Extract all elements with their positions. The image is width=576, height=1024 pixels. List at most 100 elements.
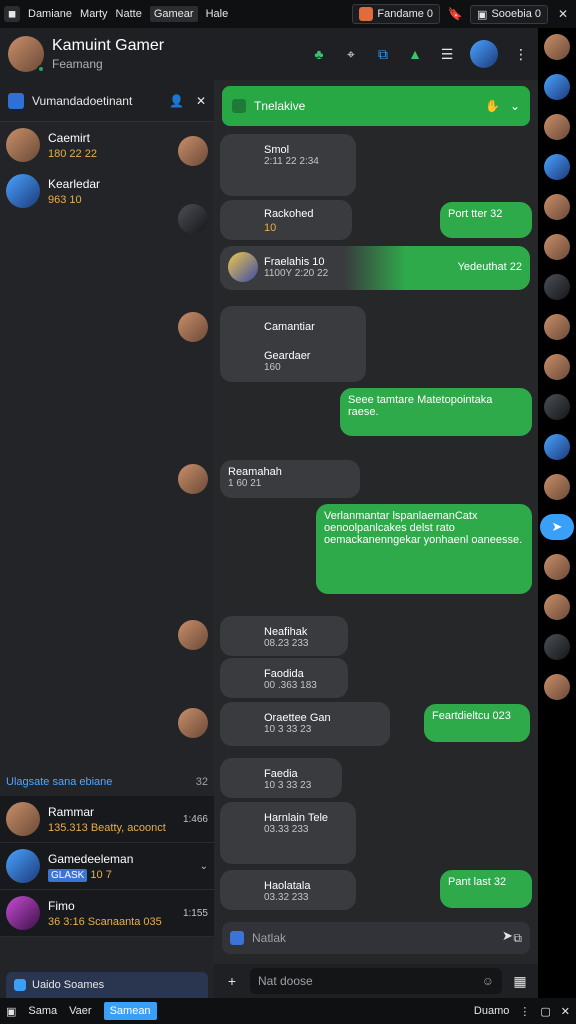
rail-avatar-10[interactable] [544,394,570,420]
rail-avatar-4[interactable] [544,154,570,180]
left-pane-title: Vumandadoetinant [32,93,133,108]
rail-avatar-9[interactable] [544,354,570,380]
menu-item-4[interactable]: Gamear [149,6,198,22]
message-sender: Faedia [264,767,298,780]
chevron-down-icon[interactable]: ⌄ [510,99,520,113]
window-icon[interactable]: ▢ [540,1005,550,1018]
rail-avatar-7[interactable] [544,274,570,300]
app-icon[interactable]: ◼ [4,6,20,22]
emoji-icon[interactable]: ☺ [482,974,494,988]
avatar [6,128,40,162]
message-bubble[interactable]: Haolatala 03.32 233 [220,870,356,910]
add-icon[interactable]: + [222,971,242,991]
grid-icon[interactable]: ▦ [510,971,530,991]
sender-avatar[interactable] [178,312,208,342]
message-bubble[interactable]: Faedia 10 3 33 23 [220,758,342,798]
left-section-header: Ulagsate sana ebiane 32 [6,776,208,788]
left2-item-3[interactable]: Fimo 36 3:16 Scanaanta 035 1:155 [0,890,214,937]
sender-avatar[interactable] [178,136,208,166]
topbar-pill-2[interactable]: ▣ Sooebia 0 [470,4,548,24]
pin-icon[interactable]: ⌖ [342,45,360,63]
item-name: Gamedeeleman [48,851,134,866]
send-fab-button[interactable]: ➤ [540,514,574,540]
bottom-tab-1[interactable]: Sama [28,1005,57,1017]
message-bubble[interactable]: Camantiar Geardaer 160 [220,306,366,382]
rail-avatar-13[interactable] [544,554,570,580]
left-footer[interactable]: Uaido Soames [6,972,208,998]
message-bubble-out[interactable]: Verlanmantar lspanlaemanCatx oenoolpanlc… [316,504,532,594]
chevron-down-icon[interactable]: ⌄ [200,861,208,872]
item-sub: 135.313 Beatty, acoonct [48,821,166,834]
user-icon[interactable]: 👤 [169,94,184,108]
left-pane-header: Vumandadoetinant 👤 ✕ [0,80,214,122]
leaf-icon[interactable]: ♣ [310,45,328,63]
item-sub-row: GLASK 10 7 [48,868,133,882]
chat-banner[interactable]: Tnelakive ✋ ⌄ [222,86,530,126]
rail-avatar-6[interactable] [544,234,570,260]
profile-avatar[interactable] [470,40,498,68]
item-name: Rammar [48,804,95,819]
left2-item-1[interactable]: Rammar 135.313 Beatty, acoonct 1:466 [0,796,214,843]
rail-avatar-11[interactable] [544,434,570,460]
message-bubble-out[interactable]: Pant last 32 [440,870,532,908]
menu-icon[interactable]: ☰ [438,45,456,63]
sender-avatar[interactable] [178,464,208,494]
message-image [228,206,258,236]
menu-item-1[interactable]: Damiane [28,8,72,20]
sender-avatar[interactable] [178,708,208,738]
close-icon[interactable]: ✕ [561,1005,570,1018]
message-bubble-out[interactable]: Feartdieltcu 023 [424,704,530,742]
menu-item-5[interactable]: Hale [206,8,229,20]
menu-item-3[interactable]: Natte [116,8,142,20]
more-icon[interactable]: ⋮ [512,45,530,63]
send-icon[interactable]: ➤ [502,928,522,948]
message-image [228,664,258,694]
message-bubble-out[interactable]: Seee tamtare Matetopointaka raese. [340,388,532,436]
message-input[interactable]: Nat doose ☺ [250,968,502,994]
sender-avatar[interactable] [178,204,208,234]
bottom-tab-3[interactable]: Samean [103,1002,157,1020]
topbar-pill-1-label: Fandame 0 [377,8,434,20]
online-indicator [37,65,45,73]
message-bubble[interactable]: Harnlain Tele 03.33 233 [220,802,356,864]
menu-item-2[interactable]: Marty [80,8,108,20]
rail-avatar-14[interactable] [544,594,570,620]
sender-avatar[interactable] [178,620,208,650]
rail-avatar-3[interactable] [544,114,570,140]
message-bubble[interactable]: Oraettee Gan 10 3 33 23 [220,702,390,746]
avatar[interactable] [8,36,45,73]
message-bubble[interactable]: Faodida 00 .363 183 [220,658,348,698]
rail-avatar-1[interactable] [544,34,570,60]
topbar-pill-1[interactable]: Fandame 0 [352,4,441,24]
link-icon[interactable]: ⧉ [374,45,392,63]
left2-item-2[interactable]: Gamedeeleman GLASK 10 7 ⌄ [0,843,214,890]
message-meta: 1100Y 2:20 22 [264,267,329,279]
message-bubble-out[interactable]: Port tter 32 [440,202,532,238]
message-bubble[interactable]: Smol 2:11 22 2:34 [220,134,356,196]
bottom-right-label[interactable]: Duamo [474,1005,509,1017]
message-bubble[interactable]: Neafihak 08.23 233 [220,616,348,656]
rail-avatar-16[interactable] [544,674,570,700]
message-bubble-mixed[interactable]: Fraelahis 10 1100Y 2:20 22 Yedeuthat 22 [220,246,530,290]
rail-avatar-15[interactable] [544,634,570,660]
message-bubble[interactable]: Reamahah 1 60 21 [220,460,360,498]
channel-icon [8,92,24,109]
rail-avatar-8[interactable] [544,314,570,340]
more-icon[interactable]: ⋮ [519,1005,530,1018]
bottom-tab-2[interactable]: Vaer [69,1005,91,1017]
close-icon[interactable]: ✕ [554,5,572,23]
reply-composer[interactable]: Natlak ⧉ [222,922,530,954]
tree-icon[interactable]: ▲ [406,45,424,63]
message-image [228,876,258,906]
message-bubble[interactable]: Rackohed 10 [220,200,352,240]
rail-avatar-5[interactable] [544,194,570,220]
message-meta: 10 3 33 23 [264,779,312,791]
window-icon[interactable]: ▣ [6,1005,16,1018]
message-image [228,312,258,342]
rail-avatar-12[interactable] [544,474,570,500]
rail-avatar-2[interactable] [544,74,570,100]
hand-icon[interactable]: ✋ [485,99,500,113]
close-icon[interactable]: ✕ [196,94,206,108]
bookmark-icon[interactable]: 🔖 [446,5,464,23]
message-image [228,622,258,652]
